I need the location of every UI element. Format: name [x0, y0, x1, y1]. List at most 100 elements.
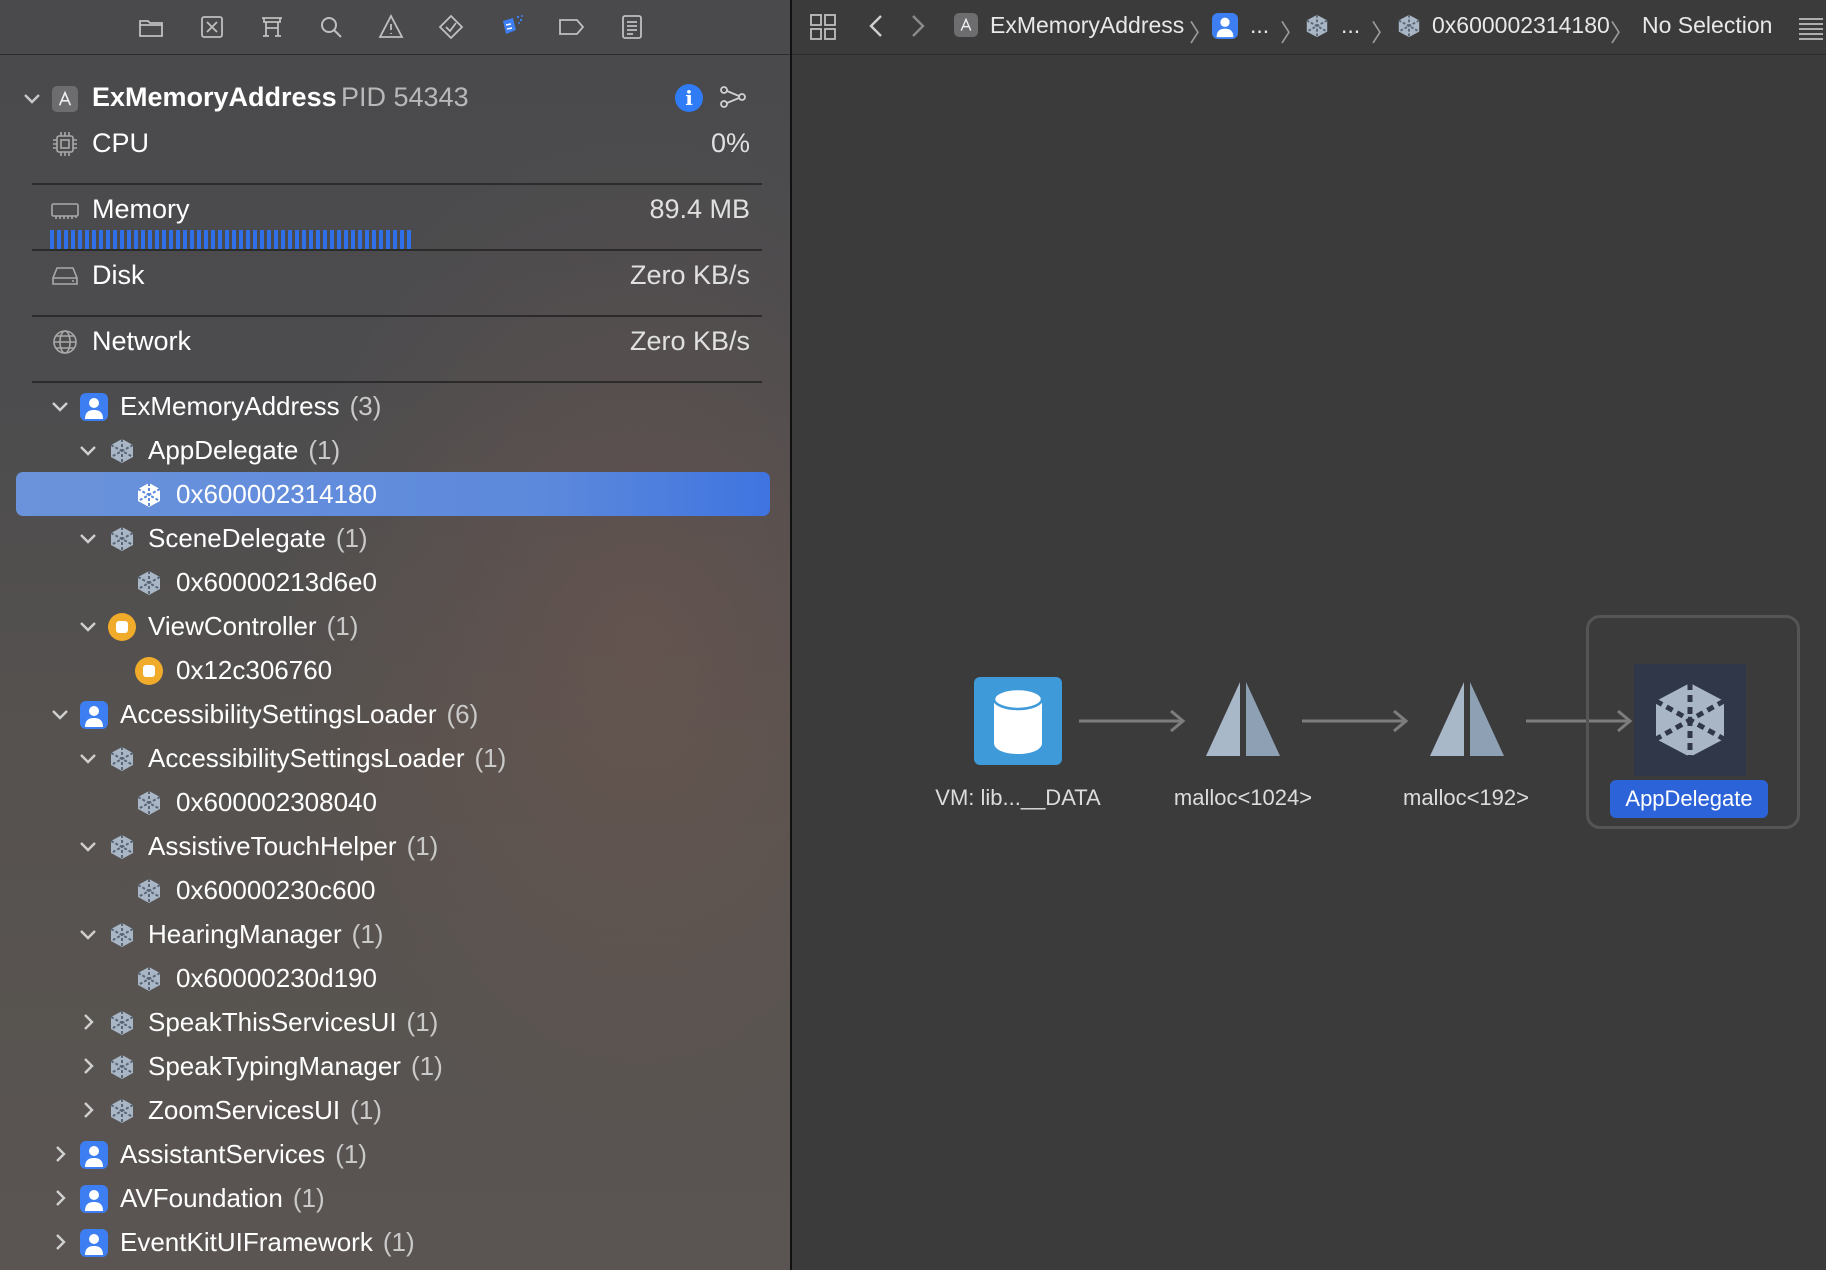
- breadcrumb-separator-icon: 〉: [1280, 20, 1304, 47]
- chevron-down-icon[interactable]: [77, 835, 99, 857]
- tree-row-class[interactable]: ViewController (1): [0, 605, 790, 649]
- chevron-down-icon[interactable]: [77, 439, 99, 461]
- folder-icon[interactable]: [135, 11, 167, 43]
- tree-row-count: (1): [308, 435, 341, 465]
- memory-chip-icon: [51, 203, 79, 219]
- tree-row-class[interactable]: AssistiveTouchHelper (1): [0, 825, 790, 869]
- memory-value: 89.4 MB: [649, 194, 750, 224]
- back-chevron-icon[interactable]: [864, 13, 890, 39]
- tree-row-count: (1): [406, 831, 439, 861]
- tree-row-label: 0x60000230d190: [176, 963, 377, 993]
- chevron-right-icon[interactable]: [49, 1231, 71, 1253]
- tree-row-count: (1): [474, 743, 507, 773]
- chevron-right-icon[interactable]: [49, 1143, 71, 1165]
- issue-icon[interactable]: [375, 11, 407, 43]
- divider: [32, 315, 762, 317]
- tree-row-count: (1): [410, 1051, 443, 1081]
- tree-row-module[interactable]: AVFoundation (1): [0, 1177, 790, 1221]
- graph-node-label: VM: lib...__DATA: [935, 785, 1101, 810]
- process-pid: PID 54343: [341, 82, 469, 112]
- tree-row-class[interactable]: SpeakThisServicesUI (1): [0, 1001, 790, 1045]
- breadcrumb-app[interactable]: ExMemoryAddress: [990, 12, 1184, 39]
- info-icon[interactable]: i: [675, 84, 703, 112]
- breadcrumb-selection[interactable]: No Selection: [1642, 12, 1772, 39]
- related-items-icon[interactable]: [808, 12, 838, 42]
- tree-row-class[interactable]: SceneDelegate (1): [0, 517, 790, 561]
- tree-row-instance[interactable]: 0x60000230c600: [0, 869, 790, 913]
- tree-row-class[interactable]: AppDelegate (1): [0, 429, 790, 473]
- chevron-right-icon[interactable]: [49, 1187, 71, 1209]
- forward-chevron-icon[interactable]: [904, 13, 930, 39]
- tree-row-label: 0x60000230c600: [176, 875, 376, 905]
- disk-drive-icon: [52, 267, 78, 285]
- tree-row-class[interactable]: AccessibilitySettingsLoader (1): [0, 737, 790, 781]
- breadcrumb-module[interactable]: ...: [1250, 12, 1269, 39]
- breakpoint-icon[interactable]: [555, 11, 587, 43]
- chevron-right-icon[interactable]: [77, 1011, 99, 1033]
- object-cube-icon: [110, 527, 134, 551]
- divider: [32, 249, 762, 251]
- database-icon: [974, 677, 1062, 765]
- user-module-icon: [80, 1185, 108, 1213]
- debug-navigator: ExMemoryAddress PID 54343 i CPU 0% Memor…: [0, 0, 790, 1270]
- app-icon: [52, 86, 78, 112]
- debug-icon[interactable]: [495, 11, 527, 43]
- reference-arrow: [1079, 709, 1186, 733]
- chevron-down-icon[interactable]: [77, 747, 99, 769]
- tree-row-label: SpeakThisServicesUI: [148, 1007, 397, 1037]
- object-cube-icon: [110, 1099, 134, 1123]
- tree-row-instance[interactable]: 0x60000230d190: [0, 957, 790, 1001]
- tree-row-module[interactable]: ExMemoryAddress (3): [0, 385, 790, 429]
- object-cube-icon: [110, 923, 134, 947]
- chevron-down-icon[interactable]: [77, 923, 99, 945]
- chevron-down-icon[interactable]: [77, 615, 99, 637]
- object-cube-icon: [1398, 14, 1420, 38]
- chevron-down-icon[interactable]: [49, 395, 71, 417]
- test-icon[interactable]: [435, 11, 467, 43]
- find-icon[interactable]: [315, 11, 347, 43]
- tree-row-count: (1): [292, 1183, 325, 1213]
- tree-row-class[interactable]: SpeakTypingManager (1): [0, 1045, 790, 1089]
- graph-node-label: malloc<192>: [1403, 785, 1529, 810]
- tree-row-module[interactable]: AssistantServices (1): [0, 1133, 790, 1177]
- tree-row-label: HearingManager: [148, 919, 342, 949]
- tree-row-count: (1): [335, 1139, 367, 1169]
- disk-value: Zero KB/s: [629, 260, 750, 290]
- cpu-chip-icon: [53, 132, 77, 156]
- chevron-right-icon[interactable]: [77, 1055, 99, 1077]
- chevron-right-icon[interactable]: [77, 1099, 99, 1121]
- tree-row-instance[interactable]: 0x600002308040: [0, 781, 790, 825]
- symbol-icon[interactable]: [256, 11, 288, 43]
- network-label: Network: [92, 326, 192, 356]
- user-module-icon: [80, 1229, 108, 1257]
- report-icon[interactable]: [616, 11, 648, 43]
- tree-row-instance-selected[interactable]: 0x600002314180: [0, 473, 790, 517]
- tree-row-class[interactable]: ZoomServicesUI (1): [0, 1089, 790, 1133]
- breadcrumb-address[interactable]: 0x600002314180: [1432, 12, 1610, 39]
- tree-row-label: 0x12c306760: [176, 655, 333, 685]
- tree-row-label: ZoomServicesUI: [148, 1095, 341, 1125]
- memory-label: Memory: [92, 194, 190, 224]
- chevron-down-icon[interactable]: [20, 86, 44, 110]
- tree-row-count: (1): [335, 523, 368, 553]
- editor-options-icon[interactable]: [1796, 13, 1826, 43]
- object-cube-icon: [137, 967, 161, 991]
- divider: [32, 381, 762, 383]
- tree-row-label: AccessibilitySettingsLoader: [120, 699, 437, 729]
- malloc-icon: [1206, 682, 1280, 756]
- chevron-down-icon[interactable]: [49, 703, 71, 725]
- tree-row-count: (6): [446, 699, 479, 729]
- tree-row-module[interactable]: AccessibilitySettingsLoader (6): [0, 693, 790, 737]
- user-module-icon: [80, 393, 108, 421]
- memory-graph-icon[interactable]: [718, 82, 748, 112]
- swift-class-icon: [135, 657, 163, 685]
- source-control-icon[interactable]: [196, 11, 228, 43]
- tree-row-instance[interactable]: 0x12c306760: [0, 649, 790, 693]
- tree-row-label: AccessibilitySettingsLoader: [148, 743, 465, 773]
- tree-row-module[interactable]: EventKitUIFramework (1): [0, 1221, 790, 1265]
- breadcrumb-class[interactable]: ...: [1341, 12, 1360, 39]
- chevron-down-icon[interactable]: [77, 527, 99, 549]
- tree-row-class[interactable]: HearingManager (1): [0, 913, 790, 957]
- swift-class-icon: [108, 613, 136, 641]
- tree-row-instance[interactable]: 0x60000213d6e0: [0, 561, 790, 605]
